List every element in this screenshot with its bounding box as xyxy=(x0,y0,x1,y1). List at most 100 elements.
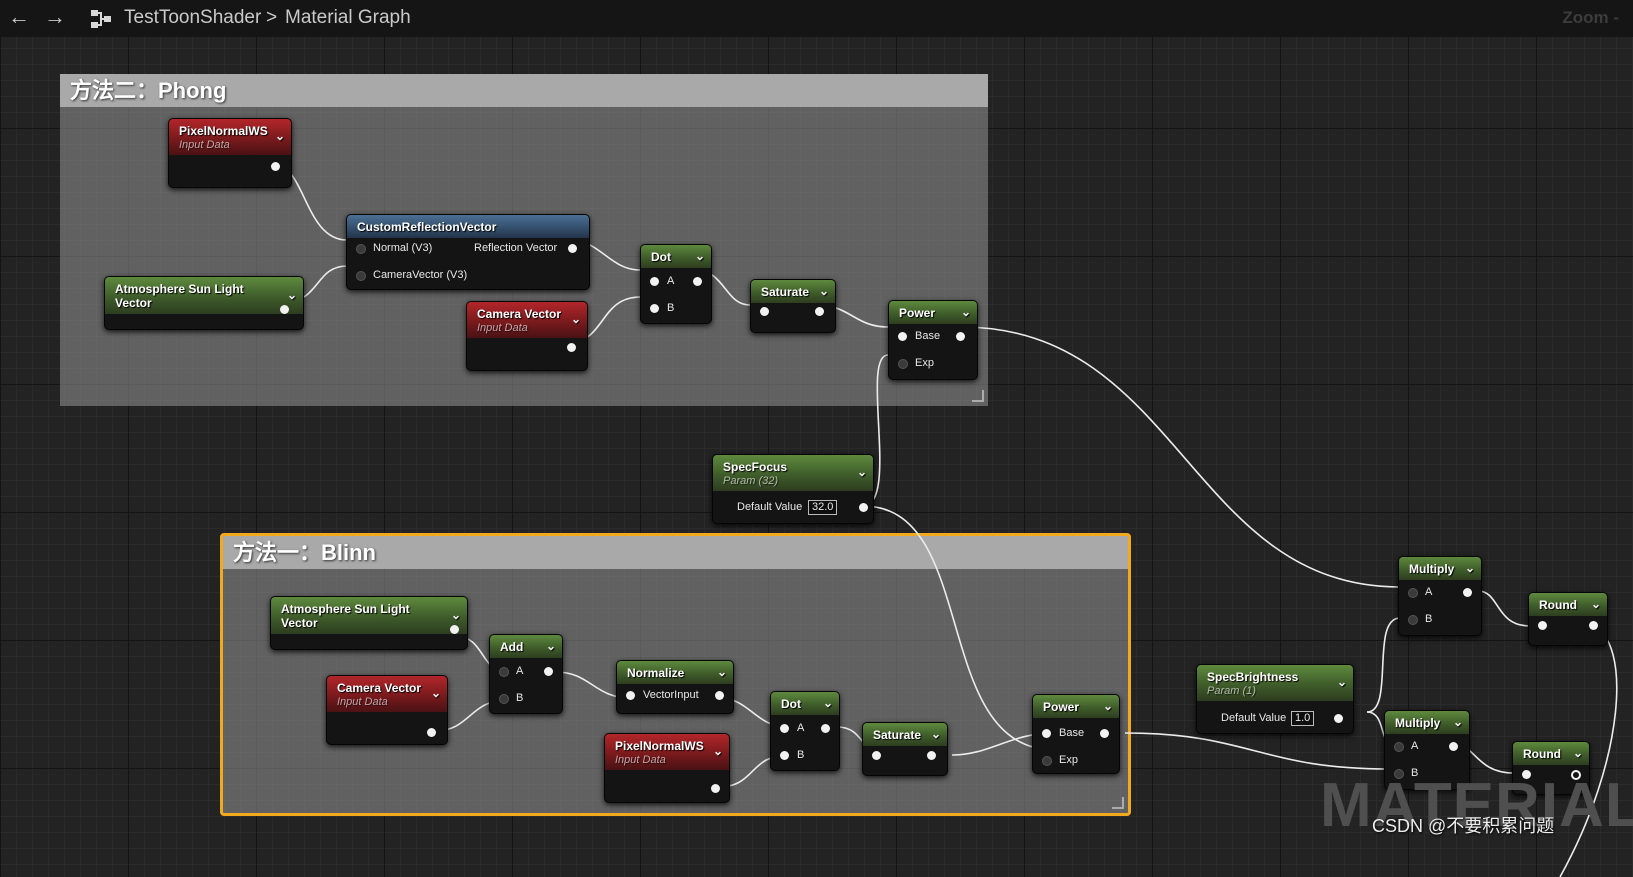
output-pin[interactable] xyxy=(927,751,936,760)
output-pin[interactable] xyxy=(271,162,280,171)
input-pin-exp[interactable] xyxy=(898,359,908,369)
node-specbrightness[interactable]: SpecBrightness Param (1) ⌄ Default Value… xyxy=(1196,664,1354,734)
pin-label-exp: Exp xyxy=(915,357,934,369)
node-title: Dot xyxy=(781,697,801,711)
node-title: Multiply xyxy=(1409,562,1455,576)
node-dot-phong[interactable]: Dot ⌄ A B xyxy=(640,244,712,324)
output-pin[interactable] xyxy=(1449,742,1458,751)
chevron-down-icon[interactable]: ⌄ xyxy=(1591,597,1601,611)
chevron-down-icon[interactable]: ⌄ xyxy=(823,696,833,710)
node-title: SpecBrightness xyxy=(1207,670,1299,684)
node-round-top[interactable]: Round ⌄ xyxy=(1528,592,1608,646)
chevron-down-icon[interactable]: ⌄ xyxy=(431,686,441,700)
output-pin[interactable] xyxy=(821,724,830,733)
node-subtitle: Input Data xyxy=(179,139,230,151)
chevron-down-icon[interactable]: ⌄ xyxy=(546,639,556,653)
input-pin-b[interactable] xyxy=(780,751,789,760)
input-pin-normal[interactable] xyxy=(356,244,366,254)
output-pin[interactable] xyxy=(1463,588,1472,597)
input-pin[interactable] xyxy=(872,751,881,760)
output-pin[interactable] xyxy=(1334,714,1343,723)
output-pin[interactable] xyxy=(427,728,436,737)
input-pin-a[interactable] xyxy=(1408,588,1418,598)
pin-label-base: Base xyxy=(915,330,941,342)
default-value-label: Default Value xyxy=(737,501,803,513)
output-pin[interactable] xyxy=(1100,729,1109,738)
node-title: Saturate xyxy=(873,728,922,742)
pin-label-b: B xyxy=(516,692,524,704)
node-normalize-blinn[interactable]: Normalize ⌄ VectorInput xyxy=(616,660,734,714)
pin-label-b: B xyxy=(797,749,805,761)
default-value-field[interactable]: 1.0 xyxy=(1291,711,1315,726)
pin-label-cameravector: CameraVector (V3) xyxy=(373,269,468,281)
input-pin-cameravector[interactable] xyxy=(356,271,366,281)
input-pin-exp[interactable] xyxy=(1042,756,1052,766)
node-add-blinn[interactable]: Add ⌄ A B xyxy=(489,634,563,714)
output-pin[interactable] xyxy=(450,625,459,634)
node-saturate-blinn[interactable]: Saturate ⌄ xyxy=(862,722,948,776)
node-title: CustomReflectionVector xyxy=(357,220,497,234)
input-pin-a[interactable] xyxy=(780,724,789,733)
node-title: Round xyxy=(1523,747,1561,761)
chevron-down-icon[interactable]: ⌄ xyxy=(571,312,581,326)
output-pin[interactable] xyxy=(693,277,702,286)
chevron-down-icon[interactable]: ⌄ xyxy=(717,665,727,679)
chevron-down-icon[interactable]: ⌄ xyxy=(1573,746,1583,760)
chevron-down-icon[interactable]: ⌄ xyxy=(451,608,461,622)
node-dot-blinn[interactable]: Dot ⌄ A B xyxy=(770,691,840,771)
chevron-down-icon[interactable]: ⌄ xyxy=(961,305,971,319)
input-pin-b[interactable] xyxy=(499,694,509,704)
node-pixelnormalws-blinn[interactable]: PixelNormalWS Input Data ⌄ xyxy=(604,733,730,803)
output-pin[interactable] xyxy=(280,305,289,314)
output-pin[interactable] xyxy=(1589,621,1598,630)
output-pin[interactable] xyxy=(815,307,824,316)
output-pin[interactable] xyxy=(859,503,868,512)
node-specfocus[interactable]: SpecFocus Param (32) ⌄ Default Value 32.… xyxy=(712,454,874,524)
chevron-down-icon[interactable]: ⌄ xyxy=(713,744,723,758)
output-pin[interactable] xyxy=(711,784,720,793)
node-pixelnormalws-phong[interactable]: PixelNormalWS Input Data ⌄ xyxy=(168,118,292,188)
output-pin[interactable] xyxy=(567,343,576,352)
input-pin[interactable] xyxy=(760,307,769,316)
input-pin-base[interactable] xyxy=(898,332,907,341)
chevron-down-icon[interactable]: ⌄ xyxy=(1337,675,1347,689)
node-title: Power xyxy=(1043,700,1080,714)
chevron-down-icon[interactable]: ⌄ xyxy=(275,129,285,143)
node-title: Round xyxy=(1539,598,1577,612)
input-pin-a[interactable] xyxy=(1394,742,1404,752)
input-pin-a[interactable] xyxy=(499,667,509,677)
input-pin-b[interactable] xyxy=(1408,615,1418,625)
input-pin-vector[interactable] xyxy=(626,691,635,700)
input-pin-b[interactable] xyxy=(650,304,659,313)
node-multiply-top[interactable]: Multiply ⌄ A B xyxy=(1398,556,1482,636)
node-title: SpecFocus xyxy=(723,460,788,474)
input-pin-a[interactable] xyxy=(650,277,659,286)
node-power-blinn[interactable]: Power ⌄ Base Exp xyxy=(1032,694,1120,774)
node-title: Power xyxy=(899,306,936,320)
output-pin[interactable] xyxy=(715,691,724,700)
output-pin[interactable] xyxy=(956,332,965,341)
node-saturate-phong[interactable]: Saturate ⌄ xyxy=(750,279,836,333)
chevron-down-icon[interactable]: ⌄ xyxy=(819,284,829,298)
node-camera-vector-blinn[interactable]: Camera Vector Input Data ⌄ xyxy=(326,675,448,745)
chevron-down-icon[interactable]: ⌄ xyxy=(695,249,705,263)
chevron-down-icon[interactable]: ⌄ xyxy=(1465,561,1475,575)
node-customreflectionvector[interactable]: CustomReflectionVector Normal (V3) Camer… xyxy=(346,214,590,290)
node-atmosphere-sun-light-vector-phong[interactable]: Atmosphere Sun Light Vector ⌄ xyxy=(104,276,304,330)
input-pin[interactable] xyxy=(1538,621,1547,630)
pin-label-a: A xyxy=(667,275,675,287)
default-value-field[interactable]: 32.0 xyxy=(808,500,838,515)
chevron-down-icon[interactable]: ⌄ xyxy=(287,288,297,302)
chevron-down-icon[interactable]: ⌄ xyxy=(1103,699,1113,713)
node-title: Normalize xyxy=(627,666,685,680)
chevron-down-icon[interactable]: ⌄ xyxy=(931,727,941,741)
chevron-down-icon[interactable]: ⌄ xyxy=(857,465,867,479)
node-subtitle: Input Data xyxy=(337,696,388,708)
output-pin-reflection[interactable] xyxy=(568,244,577,253)
node-atmosphere-sun-light-vector-blinn[interactable]: Atmosphere Sun Light Vector ⌄ xyxy=(270,596,468,650)
input-pin-base[interactable] xyxy=(1042,729,1051,738)
output-pin[interactable] xyxy=(544,667,553,676)
node-camera-vector-phong[interactable]: Camera Vector Input Data ⌄ xyxy=(466,301,588,371)
chevron-down-icon[interactable]: ⌄ xyxy=(1453,715,1463,729)
node-power-phong[interactable]: Power ⌄ Base Exp xyxy=(888,300,978,380)
